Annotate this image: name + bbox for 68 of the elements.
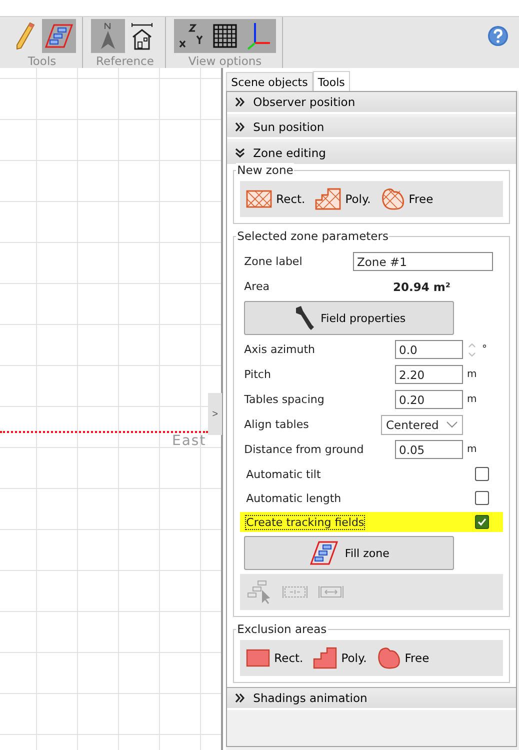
chevron-right-icon	[235, 97, 246, 107]
number-field[interactable]: 0.0	[395, 340, 463, 359]
chevron-down-icon	[235, 148, 246, 158]
axes-icon	[246, 22, 272, 50]
unit-label: m	[467, 369, 477, 380]
tool-button[interactable]: Free	[374, 644, 432, 672]
tab[interactable]: Tools	[312, 71, 350, 92]
tool-button[interactable]: Free	[378, 185, 436, 213]
zone-tables-icon	[308, 539, 339, 567]
field-label: Zone label	[244, 255, 302, 268]
number-field[interactable]: 0.20	[395, 390, 463, 409]
solid-rectangle-icon	[246, 649, 270, 667]
field-label: Pitch	[244, 368, 271, 381]
field-label: Distance from ground	[244, 443, 364, 456]
section-header[interactable]: Sun position	[227, 117, 516, 139]
field-properties-button[interactable]: Field properties	[244, 301, 454, 335]
checkbox-label: Create tracking fields	[246, 516, 364, 528]
shrink-frame-icon	[282, 585, 308, 599]
number-field[interactable]: 0.05	[395, 440, 463, 459]
tool-button[interactable]: Rect.	[244, 647, 306, 669]
toolbar-button[interactable]	[174, 19, 208, 53]
section-header[interactable]: Shadings animation	[227, 688, 516, 710]
hatched-blob-icon	[380, 187, 405, 211]
area-value: 20.94 m²	[393, 280, 452, 294]
panel-toggle[interactable]: >	[208, 393, 222, 435]
group-title: New zone	[236, 163, 294, 177]
checkbox[interactable]	[475, 491, 489, 505]
stretch-frame-icon	[318, 585, 344, 599]
section-header[interactable]: Observer position	[227, 92, 516, 114]
field-label: Area	[244, 280, 270, 293]
checkbox-label: Automatic tilt	[246, 468, 321, 480]
group-title: Exclusion areas	[236, 622, 328, 636]
house-icon	[130, 22, 154, 50]
solid-polygon-icon	[313, 647, 338, 669]
group-title: Selected zone parameters	[236, 229, 390, 243]
tool-button[interactable]: Rect.	[244, 187, 308, 211]
field-label: Axis azimuth	[244, 343, 316, 356]
solid-blob-icon	[376, 646, 401, 670]
fill-zone-button[interactable]: Fill zone	[244, 536, 454, 570]
hatched-rectangle-icon	[246, 189, 272, 209]
chevron-right-icon	[235, 693, 246, 703]
checkbox[interactable]	[475, 515, 489, 529]
text-field[interactable]: Zone #1	[353, 252, 493, 271]
dropdown-caret-icon	[446, 420, 458, 428]
section-header[interactable]: Zone editing	[227, 142, 516, 164]
chevron-right-icon	[235, 122, 246, 132]
group-label: Tools	[28, 54, 56, 68]
field-label: Align tables	[244, 418, 309, 431]
unit-label: m	[467, 444, 477, 455]
grid-icon	[213, 24, 237, 48]
group-label: View options	[188, 54, 262, 68]
unit-label: °	[482, 344, 487, 355]
hatched-polygon-icon	[315, 188, 342, 210]
number-field[interactable]: 2.20	[395, 365, 463, 384]
tool-button[interactable]: Poly.	[313, 186, 373, 212]
axis-letters-icon	[178, 23, 204, 49]
zone-tables-icon	[44, 22, 74, 50]
group-label: Reference	[96, 54, 154, 68]
field-label: Tables spacing	[244, 393, 324, 406]
tables-cursor-icon	[246, 580, 272, 604]
checkbox-label: Automatic length	[246, 492, 342, 504]
help-icon[interactable]	[487, 25, 509, 47]
direction-label: East	[172, 433, 206, 449]
tab[interactable]: Scene objects	[226, 72, 313, 92]
dropdown[interactable]: Centered	[381, 414, 463, 434]
unit-label: m	[467, 394, 477, 405]
tool-button[interactable]: Poly.	[311, 645, 369, 671]
checkbox[interactable]	[475, 467, 489, 481]
